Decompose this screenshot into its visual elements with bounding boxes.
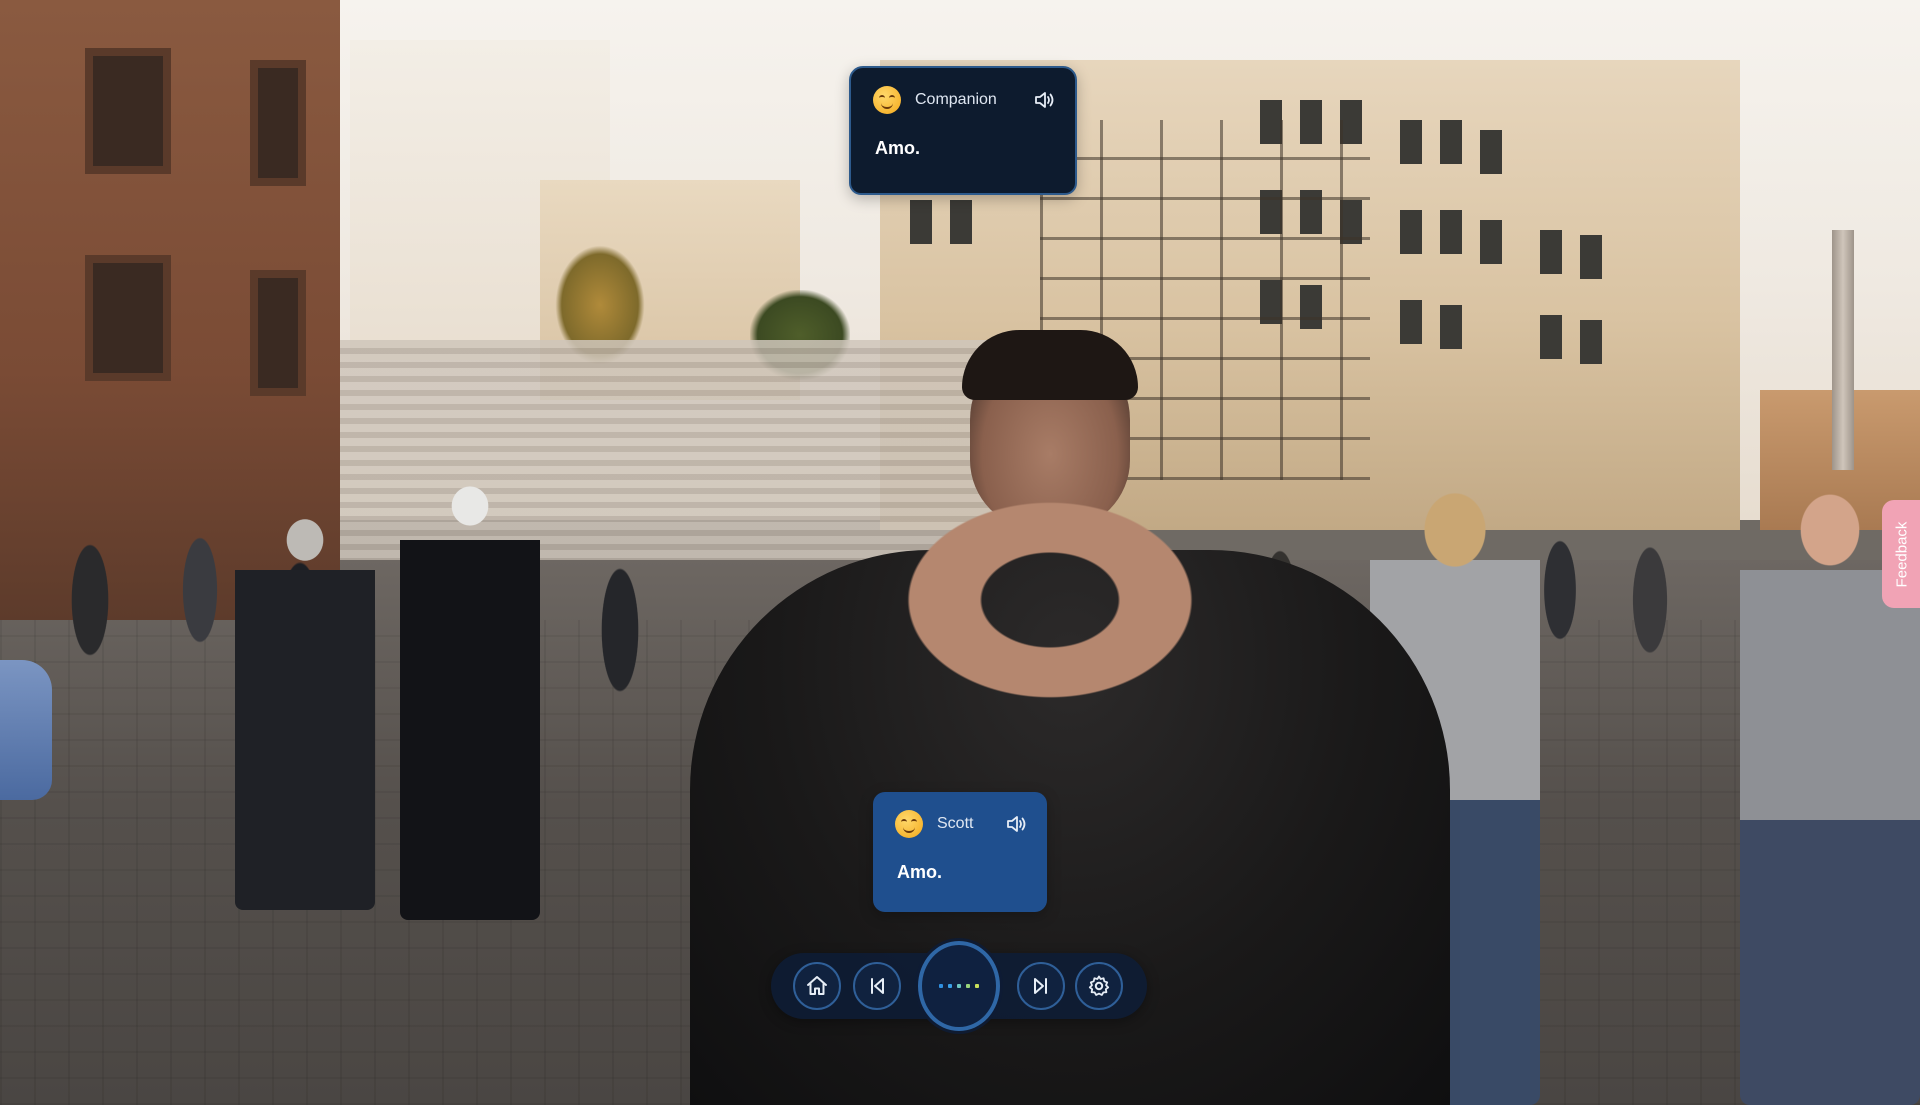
gear-icon xyxy=(1088,975,1110,996)
person-officer xyxy=(235,500,375,910)
feedback-label: Feedback xyxy=(1893,521,1911,587)
bubble-header: Scott xyxy=(895,808,1029,840)
message-text: Amo. xyxy=(897,862,942,882)
window xyxy=(250,270,306,396)
listening-dots-icon xyxy=(939,984,979,988)
window xyxy=(950,200,972,244)
listening-dot xyxy=(948,984,952,988)
listening-dot xyxy=(966,984,970,988)
hair xyxy=(962,330,1138,400)
window xyxy=(1480,130,1502,174)
speaker-icon[interactable] xyxy=(1033,88,1057,112)
bubble-header: Companion xyxy=(873,84,1057,116)
skip-forward-icon xyxy=(1034,978,1047,994)
person-officer xyxy=(400,470,540,920)
window xyxy=(85,255,171,381)
window xyxy=(1540,315,1562,359)
window xyxy=(85,48,171,174)
listening-dot xyxy=(939,984,943,988)
user-message-bubble: Scott Amo. xyxy=(873,792,1047,912)
settings-button[interactable] xyxy=(1075,962,1123,1010)
window xyxy=(1580,320,1602,364)
message-text: Amo. xyxy=(875,138,920,158)
window xyxy=(1540,230,1562,274)
heart-hands xyxy=(890,490,1210,710)
window xyxy=(1480,220,1502,264)
smiling-face-emoji-icon xyxy=(895,810,923,838)
home-icon xyxy=(807,976,827,995)
control-bar xyxy=(771,941,1147,1031)
window xyxy=(1400,210,1422,254)
previous-button[interactable] xyxy=(853,962,901,1010)
listening-dot xyxy=(975,984,979,988)
home-button[interactable] xyxy=(793,962,841,1010)
speaker-name: Scott xyxy=(937,815,974,832)
car xyxy=(0,660,52,800)
window xyxy=(250,60,306,186)
window xyxy=(910,200,932,244)
column-monument xyxy=(1832,230,1854,470)
companion-message-bubble: Companion Amo. xyxy=(849,66,1077,195)
speaker-icon[interactable] xyxy=(1005,812,1029,836)
listen-button[interactable] xyxy=(918,941,1000,1031)
window xyxy=(1400,120,1422,164)
skip-back-icon xyxy=(871,978,884,994)
speaker-name: Companion xyxy=(915,91,997,108)
feedback-tab[interactable]: Feedback xyxy=(1882,500,1920,608)
window xyxy=(1440,210,1462,254)
window xyxy=(1580,235,1602,279)
window xyxy=(1440,120,1462,164)
listening-dot xyxy=(957,984,961,988)
next-button[interactable] xyxy=(1017,962,1065,1010)
smiling-face-emoji-icon xyxy=(873,86,901,114)
